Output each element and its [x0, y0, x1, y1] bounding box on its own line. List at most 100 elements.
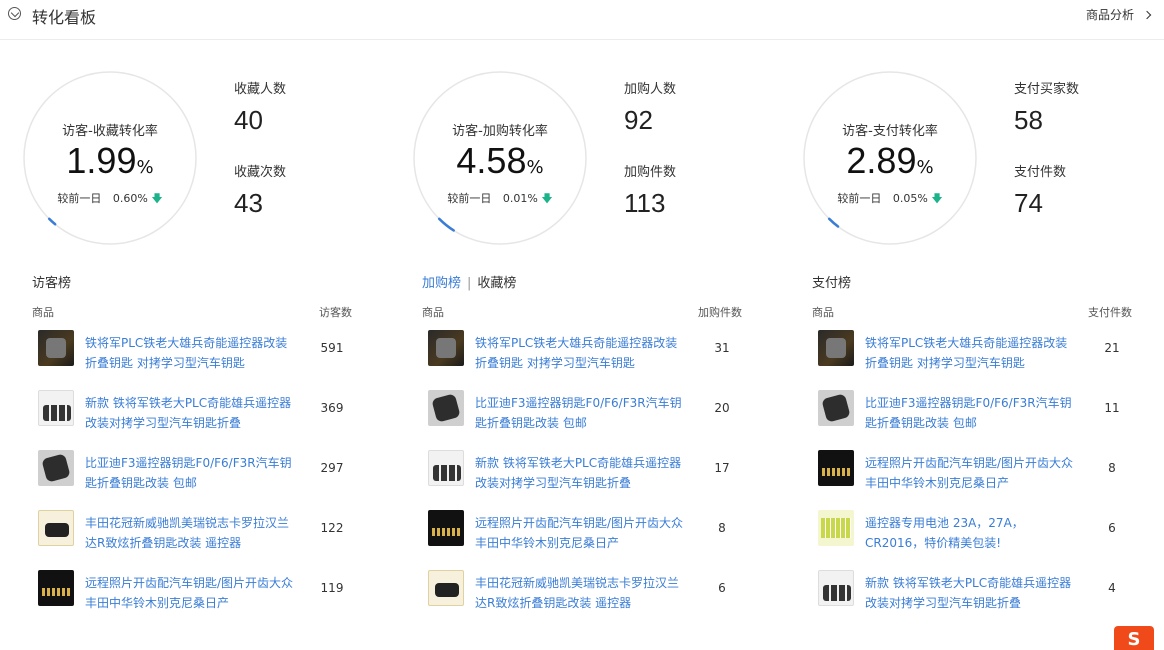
table-row[interactable]: 丰田花冠新威驰凯美瑞锐志卡罗拉汉兰达R致炫折叠钥匙改装 遥控器 122 — [32, 502, 362, 562]
row-value: 31 — [714, 341, 730, 355]
product-thumbnail[interactable] — [818, 510, 854, 546]
stat-value: 40 — [234, 105, 263, 135]
table-row[interactable]: 新款 铁将军铁老大PLC奇能雄兵遥控器改装对拷学习型汽车钥匙折叠 4 — [812, 562, 1142, 622]
product-thumbnail[interactable] — [38, 570, 74, 606]
sogou-ime-icon[interactable]: S — [1114, 626, 1154, 650]
product-name-link[interactable]: 铁将军PLC铁老大雄兵奇能遥控器改装折叠钥匙 对拷学习型汽车钥匙 — [865, 333, 1075, 373]
product-name-link[interactable]: 远程照片开齿配汽车钥匙/图片开齿大众丰田中华铃木别克尼桑日产 — [85, 573, 295, 613]
product-thumbnail[interactable] — [428, 390, 464, 426]
product-name-link[interactable]: 新款 铁将军铁老大PLC奇能雄兵遥控器改装对拷学习型汽车钥匙折叠 — [865, 573, 1075, 613]
row-value: 122 — [320, 521, 344, 535]
col-product: 商品 — [812, 306, 834, 319]
stat-label: 加购人数 — [624, 82, 677, 97]
tab-favorites[interactable]: 收藏榜 — [477, 276, 516, 291]
product-name-link[interactable]: 丰田花冠新威驰凯美瑞锐志卡罗拉汉兰达R致炫折叠钥匙改装 遥控器 — [475, 573, 685, 613]
dashboard-icon — [8, 7, 21, 20]
product-name-link[interactable]: 丰田花冠新威驰凯美瑞锐志卡罗拉汉兰达R致炫折叠钥匙改装 遥控器 — [85, 513, 295, 553]
gauge-label: 访客-支付转化率 — [842, 124, 938, 139]
stat-pay-items: 支付件数 74 — [1014, 161, 1066, 219]
stat-cart-items: 加购件数 113 — [624, 161, 676, 219]
product-thumbnail[interactable] — [38, 510, 74, 546]
row-value: 4 — [1108, 581, 1116, 595]
row-value: 591 — [320, 341, 344, 355]
table-row[interactable]: 比亚迪F3遥控器钥匙F0/F6/F3R汽车钥匙折叠钥匙改装 包邮 297 — [32, 442, 362, 502]
tab-cart[interactable]: 加购榜 — [422, 276, 461, 291]
product-thumbnail[interactable] — [428, 450, 464, 486]
gauge-visitor-pay: 访客-支付转化率 2.89% 较前一日 0.05% 🡇 — [802, 70, 978, 246]
gauge-compare: 较前一日 0.05% 🡇 — [802, 190, 978, 209]
gauge-unit: % — [136, 157, 154, 178]
product-analysis-link[interactable]: 商品分析 — [1085, 6, 1152, 23]
product-thumbnail[interactable] — [818, 450, 854, 486]
product-name-link[interactable]: 远程照片开齿配汽车钥匙/图片开齿大众丰田中华铃木别克尼桑日产 — [475, 513, 685, 553]
table-row[interactable]: 遥控器专用电池 23A，27A，CR2016，特价精美包装! 6 — [812, 502, 1142, 562]
compare-label: 较前一日 — [837, 192, 882, 205]
table-row[interactable]: 远程照片开齿配汽车钥匙/图片开齿大众丰田中华铃木别克尼桑日产 119 — [32, 562, 362, 622]
table-row[interactable]: 远程照片开齿配汽车钥匙/图片开齿大众丰田中华铃木别克尼桑日产 8 — [812, 442, 1142, 502]
product-name-link[interactable]: 遥控器专用电池 23A，27A，CR2016，特价精美包装! — [865, 513, 1075, 553]
row-value: 21 — [1104, 341, 1120, 355]
table-row[interactable]: 比亚迪F3遥控器钥匙F0/F6/F3R汽车钥匙折叠钥匙改装 包邮 20 — [422, 382, 752, 442]
stat-label: 收藏人数 — [234, 82, 287, 97]
row-value: 6 — [1108, 521, 1116, 535]
stat-label: 支付买家数 — [1014, 82, 1080, 97]
product-name-link[interactable]: 远程照片开齿配汽车钥匙/图片开齿大众丰田中华铃木别克尼桑日产 — [865, 453, 1075, 493]
ranking-visitors: 访客榜 商品 访客数 铁将军PLC铁老大雄兵奇能遥控器改装折叠钥匙 对拷学习型汽… — [32, 272, 362, 622]
col-product: 商品 — [32, 306, 54, 319]
gauge-visitor-cart: 访客-加购转化率 4.58% 较前一日 0.01% 🡇 — [412, 70, 588, 246]
table-row[interactable]: 铁将军PLC铁老大雄兵奇能遥控器改装折叠钥匙 对拷学习型汽车钥匙 31 — [422, 322, 752, 382]
product-analysis-label: 商品分析 — [1085, 8, 1134, 22]
product-name-link[interactable]: 新款 铁将军铁老大PLC奇能雄兵遥控器改装对拷学习型汽车钥匙折叠 — [85, 393, 295, 433]
row-value: 11 — [1104, 401, 1120, 415]
product-name-link[interactable]: 铁将军PLC铁老大雄兵奇能遥控器改装折叠钥匙 对拷学习型汽车钥匙 — [85, 333, 295, 373]
table-row[interactable]: 远程照片开齿配汽车钥匙/图片开齿大众丰田中华铃木别克尼桑日产 8 — [422, 502, 752, 562]
product-thumbnail[interactable] — [38, 450, 74, 486]
col-value: 支付件数 — [1088, 306, 1132, 319]
product-name-link[interactable]: 比亚迪F3遥控器钥匙F0/F6/F3R汽车钥匙折叠钥匙改装 包邮 — [865, 393, 1075, 433]
compare-value: 0.01% — [502, 192, 538, 205]
table-row[interactable]: 比亚迪F3遥控器钥匙F0/F6/F3R汽车钥匙折叠钥匙改装 包邮 11 — [812, 382, 1142, 442]
panel-title: 加购榜 | 收藏榜 — [422, 272, 752, 292]
col-value: 加购件数 — [698, 306, 742, 319]
gauge-unit: % — [526, 157, 544, 178]
table-row[interactable]: 新款 铁将军铁老大PLC奇能雄兵遥控器改装对拷学习型汽车钥匙折叠 369 — [32, 382, 362, 442]
product-thumbnail[interactable] — [428, 570, 464, 606]
gauge-value: 1.99% — [22, 140, 198, 182]
col-value: 访客数 — [319, 306, 352, 319]
tab-visitors[interactable]: 访客榜 — [32, 276, 71, 291]
product-thumbnail[interactable] — [428, 330, 464, 366]
arrow-down-icon: 🡇 — [541, 192, 553, 205]
row-value: 17 — [714, 461, 730, 475]
row-value: 8 — [1108, 461, 1116, 475]
gauge-label: 访客-加购转化率 — [452, 124, 548, 139]
tab-pay[interactable]: 支付榜 — [812, 276, 851, 291]
table-row[interactable]: 铁将军PLC铁老大雄兵奇能遥控器改装折叠钥匙 对拷学习型汽车钥匙 21 — [812, 322, 1142, 382]
product-name-link[interactable]: 铁将军PLC铁老大雄兵奇能遥控器改装折叠钥匙 对拷学习型汽车钥匙 — [475, 333, 685, 373]
product-thumbnail[interactable] — [818, 330, 854, 366]
product-name-link[interactable]: 新款 铁将军铁老大PLC奇能雄兵遥控器改装对拷学习型汽车钥匙折叠 — [475, 453, 685, 493]
tab-separator: | — [467, 276, 472, 291]
stat-label: 支付件数 — [1014, 165, 1067, 180]
rank-rows: 铁将军PLC铁老大雄兵奇能遥控器改装折叠钥匙 对拷学习型汽车钥匙 591 新款 铁将… — [32, 322, 362, 622]
product-thumbnail[interactable] — [818, 570, 854, 606]
gauge-number: 4.58 — [456, 140, 527, 181]
stat-pay-buyers: 支付买家数 58 — [1014, 78, 1079, 136]
gauge-compare: 较前一日 0.01% 🡇 — [412, 190, 588, 209]
product-name-link[interactable]: 比亚迪F3遥控器钥匙F0/F6/F3R汽车钥匙折叠钥匙改装 包邮 — [475, 393, 685, 433]
col-product: 商品 — [422, 306, 444, 319]
product-thumbnail[interactable] — [428, 510, 464, 546]
table-header: 商品 加购件数 — [422, 304, 752, 322]
table-row[interactable]: 铁将军PLC铁老大雄兵奇能遥控器改装折叠钥匙 对拷学习型汽车钥匙 591 — [32, 322, 362, 382]
table-row[interactable]: 新款 铁将军铁老大PLC奇能雄兵遥控器改装对拷学习型汽车钥匙折叠 17 — [422, 442, 752, 502]
table-row[interactable]: 丰田花冠新威驰凯美瑞锐志卡罗拉汉兰达R致炫折叠钥匙改装 遥控器 6 — [422, 562, 752, 622]
product-name-link[interactable]: 比亚迪F3遥控器钥匙F0/F6/F3R汽车钥匙折叠钥匙改装 包邮 — [85, 453, 295, 493]
page-title: 转化看板 — [32, 8, 97, 27]
product-thumbnail[interactable] — [38, 390, 74, 426]
compare-value: 0.05% — [892, 192, 928, 205]
product-thumbnail[interactable] — [818, 390, 854, 426]
arrow-down-icon: 🡇 — [931, 192, 943, 205]
gauge-compare: 较前一日 0.60% 🡇 — [22, 190, 198, 209]
rank-rows: 铁将军PLC铁老大雄兵奇能遥控器改装折叠钥匙 对拷学习型汽车钥匙 21 比亚迪F3遥… — [812, 322, 1142, 622]
product-thumbnail[interactable] — [38, 330, 74, 366]
page-header: 转化看板 商品分析 — [0, 0, 1164, 40]
